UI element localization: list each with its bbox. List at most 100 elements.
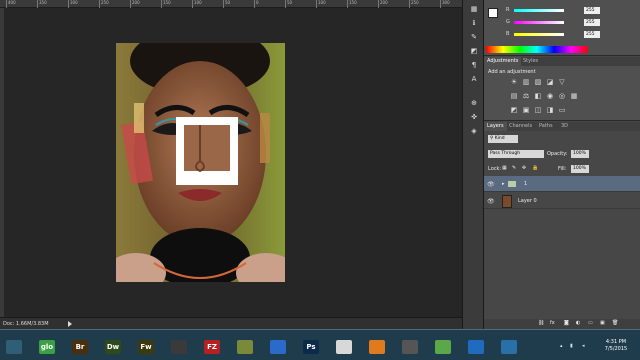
tab-paths[interactable]: Paths (536, 122, 556, 131)
layer-row-group[interactable]: 👁 ▸ 1 (484, 176, 640, 192)
exposure-icon[interactable]: ◪ (546, 79, 554, 86)
tool-presets-icon[interactable]: ✜ (470, 114, 478, 121)
ruler-tick: 100 (316, 0, 326, 8)
volume-icon[interactable]: ◂ (582, 343, 585, 349)
posterize-icon[interactable]: ▣ (522, 107, 530, 114)
blue-value-input[interactable]: 255 (584, 31, 600, 38)
adjustment-layer-icon[interactable]: ◐ (576, 320, 580, 326)
swatch-icon[interactable]: ◩ (470, 48, 478, 55)
tab-channels[interactable]: Channels (506, 122, 535, 131)
red-value-input[interactable]: 255 (584, 7, 600, 14)
notepad-app[interactable] (237, 340, 253, 354)
network-icon[interactable]: ▮ (570, 343, 573, 349)
clock-time: 4:31 PM (605, 339, 627, 345)
fill-input[interactable]: 100% (571, 165, 589, 173)
green-slider[interactable] (514, 21, 564, 24)
blend-mode-select[interactable]: Pass Through (488, 150, 544, 158)
terminal-app[interactable] (402, 340, 418, 354)
fireworks-app[interactable]: Fw (138, 340, 154, 354)
new-group-icon[interactable]: ▭ (588, 320, 593, 326)
opacity-input[interactable]: 100% (571, 150, 589, 158)
bridge-app[interactable]: Br (72, 340, 88, 354)
ruler-tick: 50 (223, 0, 230, 8)
curves-icon[interactable]: ▨ (534, 79, 542, 86)
notification-arrow-icon[interactable]: ▴ (560, 343, 563, 349)
lock-all-icon[interactable]: 🔒 (532, 165, 538, 171)
clone-source-icon[interactable]: ⊕ (470, 100, 478, 107)
folder-icon (508, 181, 516, 187)
xampp-app[interactable] (369, 340, 385, 354)
history-icon[interactable]: ▦ (470, 6, 478, 13)
layer-name: Layer 0 (518, 198, 537, 204)
black-white-icon[interactable]: ◧ (534, 93, 542, 100)
delete-layer-icon[interactable]: 🗑 (612, 320, 618, 326)
layer-filter-kind[interactable]: ⚲ Kind (488, 135, 518, 143)
brightness-contrast-icon[interactable]: ☀ (510, 79, 518, 86)
layers-footer: ⛓ fx ◙ ◐ ▭ ▣ 🗑 (484, 319, 640, 329)
ruler-tick: 250 (99, 0, 109, 8)
lock-pixels-icon[interactable]: ✎ (512, 165, 516, 171)
info-icon[interactable]: ℹ (470, 20, 478, 27)
ruler-tick: 100 (192, 0, 202, 8)
firefox-app[interactable] (270, 340, 286, 354)
visibility-eye-icon[interactable]: 👁 (487, 181, 495, 188)
adjustments-tabbar: Adjustments Styles (484, 57, 640, 66)
color-spectrum-ramp[interactable] (486, 46, 588, 53)
link-layers-icon[interactable]: ⛓ (538, 320, 544, 326)
brush-icon[interactable]: ✎ (470, 34, 478, 41)
paragraph-icon[interactable]: ¶ (470, 62, 478, 69)
dreamweaver-app[interactable]: Dw (105, 340, 121, 354)
lock-position-icon[interactable]: ✜ (522, 165, 526, 171)
vibrance-icon[interactable]: ▽ (558, 79, 566, 86)
status-bar: Doc: 1.66M/3.83M (0, 317, 462, 329)
photo-filter-icon[interactable]: ◉ (546, 93, 554, 100)
channel-mixer-icon[interactable]: ◎ (558, 93, 566, 100)
foreground-color-swatch[interactable] (488, 8, 498, 18)
opacity-label: Opacity: (547, 151, 568, 157)
tab-adjustments[interactable]: Adjustments (484, 57, 522, 66)
add-adjustment-heading: Add an adjustment (488, 69, 536, 75)
green-value-input[interactable]: 255 (584, 19, 600, 26)
blue-slider[interactable] (514, 33, 564, 36)
tab-layers[interactable]: Layers (484, 122, 507, 131)
ruler-tick: 250 (409, 0, 419, 8)
color-lookup-icon[interactable]: ▦ (570, 93, 578, 100)
windows-taskbar: glo Br Dw Fw FZ Ps ▴ ▮ ◂ 4:31 PM 7/5/2015 (0, 329, 640, 360)
color-row-g: G 255 (506, 19, 636, 26)
red-slider[interactable] (514, 9, 564, 12)
gradient-map-icon[interactable]: ▭ (558, 107, 566, 114)
ie-app[interactable] (501, 340, 517, 354)
glo-app[interactable]: glo (39, 340, 55, 354)
invert-icon[interactable]: ◩ (510, 107, 518, 114)
search-icon: ⚲ (490, 136, 494, 141)
color-balance-icon[interactable]: ⚖ (522, 93, 530, 100)
visibility-eye-icon[interactable]: 👁 (487, 198, 495, 205)
outlook-app[interactable] (468, 340, 484, 354)
tab-styles[interactable]: Styles (520, 57, 541, 66)
expand-arrow-icon[interactable]: ▸ (502, 181, 505, 187)
creative-cloud-app[interactable] (171, 340, 187, 354)
layer-mask-icon[interactable]: ◙ (564, 320, 569, 326)
layer-name: 1 (524, 181, 528, 187)
lock-transparent-icon[interactable]: ▦ (502, 165, 507, 171)
document-size-text: Doc: 1.66M/3.83M (3, 321, 49, 327)
filezilla-app[interactable]: FZ (204, 340, 220, 354)
ruler-tick: 0 (254, 0, 259, 8)
tab-3d[interactable]: 3D (558, 122, 571, 131)
system-clock[interactable]: 4:31 PM 7/5/2015 (596, 339, 636, 353)
layer-style-icon[interactable]: fx (550, 320, 555, 326)
layer-row-image[interactable]: 👁 Layer 0 (484, 193, 640, 209)
character-icon[interactable]: A (470, 76, 478, 83)
status-menu-arrow-icon[interactable] (68, 321, 72, 327)
inkscape-app[interactable] (435, 340, 451, 354)
threshold-icon[interactable]: ◫ (534, 107, 542, 114)
levels-icon[interactable]: ▥ (522, 79, 530, 86)
chrome-app[interactable] (336, 340, 352, 354)
properties-icon[interactable]: ◈ (470, 128, 478, 135)
start-button[interactable] (6, 340, 22, 354)
hue-saturation-icon[interactable]: ▤ (510, 93, 518, 100)
selective-color-icon[interactable]: ◨ (546, 107, 554, 114)
canvas-image[interactable] (116, 43, 285, 282)
new-layer-icon[interactable]: ▣ (600, 320, 605, 326)
photoshop-app[interactable]: Ps (303, 340, 319, 354)
